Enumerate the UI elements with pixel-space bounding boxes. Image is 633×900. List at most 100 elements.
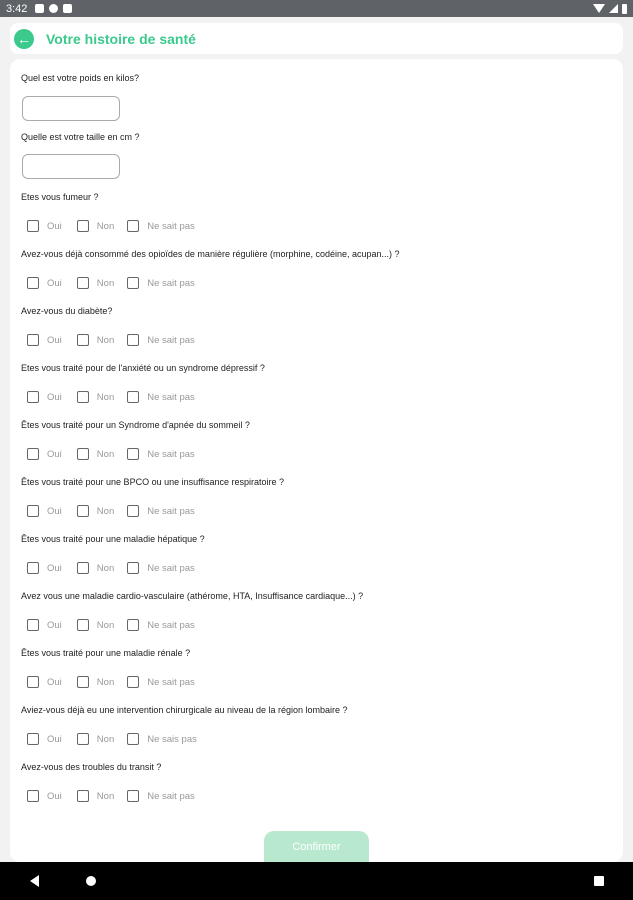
checkbox[interactable] [127, 277, 140, 289]
option-non[interactable]: Non [76, 220, 127, 232]
checkbox[interactable] [127, 334, 140, 346]
option-oui[interactable]: Oui [27, 277, 77, 289]
answer-options: Oui Non Ne sait pas [27, 333, 195, 347]
checkbox[interactable] [127, 505, 140, 517]
checkbox[interactable] [27, 562, 39, 574]
option-label: Ne sait pas [147, 220, 195, 232]
checkbox[interactable] [127, 619, 140, 631]
question-label: Êtes vous traité pour une BPCO ou une in… [21, 477, 284, 487]
option-oui[interactable]: Oui [27, 220, 77, 232]
option-nsp[interactable]: Ne sait pas [127, 334, 195, 346]
option-label: Ne sait pas [147, 334, 195, 346]
answer-options: Oui Non Ne sait pas [27, 618, 195, 632]
answer-options: Oui Non Ne sait pas [27, 219, 195, 233]
option-nsp[interactable]: Ne sait pas [127, 790, 195, 802]
weight-input[interactable] [22, 96, 120, 121]
checkbox[interactable] [27, 391, 39, 403]
option-label: Ne sait pas [147, 391, 195, 403]
checkbox[interactable] [76, 448, 89, 460]
answer-options: Oui Non Ne sait pas [27, 447, 195, 461]
option-label: Non [96, 562, 115, 574]
option-non[interactable]: Non [76, 277, 127, 289]
option-label: Ne sait pas [147, 562, 195, 574]
option-non[interactable]: Non [76, 448, 127, 460]
checkbox[interactable] [27, 334, 39, 346]
confirm-button[interactable]: Confirmer [264, 831, 369, 863]
notification-icon [35, 4, 45, 13]
checkbox[interactable] [76, 391, 89, 403]
option-nsp[interactable]: Ne sait pas [127, 562, 195, 574]
checkbox[interactable] [27, 220, 39, 232]
checkbox[interactable] [76, 277, 89, 289]
nav-recent-apps-icon[interactable] [594, 876, 604, 886]
option-non[interactable]: Non [76, 562, 127, 574]
option-nsp[interactable]: Ne sait pas [127, 220, 195, 232]
system-nav-bar [0, 862, 633, 900]
option-non[interactable]: Non [76, 676, 127, 688]
checkbox[interactable] [127, 733, 140, 745]
option-non[interactable]: Non [76, 334, 127, 346]
option-nsp[interactable]: Ne sait pas [127, 676, 195, 688]
checkbox[interactable] [76, 790, 89, 802]
option-label: Oui [47, 676, 62, 688]
option-oui[interactable]: Oui [27, 562, 77, 574]
answer-options: Oui Non Ne sait pas [27, 675, 195, 689]
checkbox[interactable] [76, 619, 89, 631]
option-oui[interactable]: Oui [27, 676, 77, 688]
option-label: Oui [47, 619, 62, 631]
checkbox[interactable] [76, 334, 89, 346]
checkbox[interactable] [127, 562, 140, 574]
option-nsp[interactable]: Ne sait pas [127, 277, 195, 289]
option-nsp[interactable]: Ne sais pas [127, 733, 197, 745]
battery-icon [622, 3, 627, 14]
checkbox[interactable] [127, 391, 140, 403]
checkbox[interactable] [127, 676, 140, 688]
option-oui[interactable]: Oui [27, 733, 77, 745]
checkbox[interactable] [76, 676, 89, 688]
option-oui[interactable]: Oui [27, 391, 77, 403]
option-oui[interactable]: Oui [27, 505, 77, 517]
checkbox[interactable] [76, 220, 89, 232]
option-non[interactable]: Non [76, 505, 127, 517]
checkbox[interactable] [127, 790, 140, 802]
checkbox[interactable] [127, 220, 140, 232]
option-nsp[interactable]: Ne sait pas [127, 619, 195, 631]
option-label: Non [96, 448, 115, 460]
checkbox[interactable] [127, 448, 140, 460]
checkbox[interactable] [76, 505, 89, 517]
checkbox[interactable] [27, 790, 39, 802]
option-non[interactable]: Non [76, 733, 127, 745]
option-nsp[interactable]: Ne sait pas [127, 448, 195, 460]
nav-back-icon[interactable] [30, 875, 39, 887]
question-label: Avez-vous du diabète? [21, 306, 113, 316]
option-oui[interactable]: Oui [27, 619, 77, 631]
checkbox[interactable] [27, 448, 39, 460]
nav-home-icon[interactable] [86, 876, 96, 886]
option-oui[interactable]: Oui [27, 334, 77, 346]
question-label: Avez vous une maladie cardio-vasculaire … [21, 591, 364, 601]
option-label: Oui [47, 505, 62, 517]
option-label: Non [96, 334, 115, 346]
option-nsp[interactable]: Ne sait pas [127, 391, 195, 403]
option-non[interactable]: Non [76, 391, 127, 403]
option-oui[interactable]: Oui [27, 790, 77, 802]
checkbox[interactable] [27, 505, 39, 517]
option-nsp[interactable]: Ne sait pas [127, 505, 195, 517]
option-label: Non [96, 391, 115, 403]
option-label: Ne sais pas [147, 733, 197, 745]
question-label: Êtes vous traité pour une maladie hépati… [21, 534, 205, 544]
option-non[interactable]: Non [76, 619, 127, 631]
checkbox[interactable] [27, 676, 39, 688]
option-oui[interactable]: Oui [27, 448, 77, 460]
checkbox[interactable] [27, 619, 39, 631]
height-input[interactable] [22, 154, 120, 179]
checkbox[interactable] [76, 733, 89, 745]
checkbox[interactable] [27, 277, 39, 289]
option-label: Non [96, 790, 115, 802]
option-label: Oui [47, 391, 62, 403]
checkbox[interactable] [76, 562, 89, 574]
checkbox[interactable] [27, 733, 39, 745]
back-arrow-icon[interactable]: ← [14, 28, 34, 49]
app-notification-icon [49, 4, 59, 13]
option-non[interactable]: Non [76, 790, 127, 802]
